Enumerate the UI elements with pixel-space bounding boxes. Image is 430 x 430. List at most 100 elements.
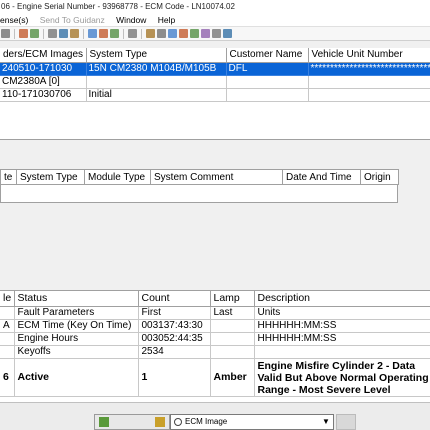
table-icon[interactable]	[201, 29, 210, 38]
table-row-active-fault[interactable]: 6 Active 1 Amber Engine Misfire Cylinder…	[0, 358, 430, 397]
table-cell: DFL	[226, 62, 309, 76]
separator	[83, 29, 84, 39]
table-cell	[226, 75, 309, 89]
column-header-vehicle-unit-number[interactable]: Vehicle Unit Number	[308, 48, 430, 63]
chart-icon[interactable]	[212, 29, 221, 38]
panel-gap	[0, 141, 430, 168]
folder-icon	[155, 417, 165, 427]
fault-count-cell: 2534	[138, 345, 211, 359]
fault-code-cell: 6	[0, 358, 15, 397]
back-icon[interactable]	[48, 29, 57, 38]
print-icon[interactable]	[70, 29, 79, 38]
open-icon[interactable]	[19, 29, 28, 38]
menu-item-send-to-guidanz[interactable]: Send To Guidanz	[40, 13, 105, 26]
fault-lamp-cell: Last	[210, 306, 255, 320]
menu-item-window[interactable]: Window	[116, 13, 146, 26]
step-icon[interactable]	[168, 29, 177, 38]
fault-count-cell: 003052:44:35	[138, 332, 211, 346]
menu-item-licenses[interactable]: ense(s)	[0, 13, 28, 26]
fault-code-cell	[0, 306, 15, 320]
connect-icon[interactable]	[59, 29, 68, 38]
save-icon[interactable]	[30, 29, 39, 38]
toolbar	[0, 27, 430, 41]
fault-status-cell: ECM Time (Key On Time)	[14, 319, 139, 333]
column-header-system-type[interactable]: System Type	[86, 48, 227, 63]
table-cell: 110-171030706	[0, 88, 87, 102]
table-cell	[226, 88, 309, 102]
table-row[interactable]: A ECM Time (Key On Time) 003137:43:30 HH…	[0, 319, 430, 333]
filter-icon[interactable]	[110, 29, 119, 38]
table-cell	[308, 88, 430, 102]
separator	[14, 29, 15, 39]
green-arrow-icon	[99, 417, 109, 427]
bitmap-icon[interactable]	[1, 29, 10, 38]
link-icon	[174, 418, 182, 426]
menu-item-help[interactable]: Help	[158, 13, 175, 26]
fault-description-cell: HHHHHH:MM:SS	[254, 319, 430, 333]
view-select[interactable]: ECM Image ▼	[170, 414, 334, 430]
table-row[interactable]: Fault Parameters First Last Units	[0, 306, 430, 320]
calendar-icon[interactable]	[128, 29, 137, 38]
column-header-count[interactable]: Count	[138, 291, 211, 307]
separator	[141, 29, 142, 39]
fault-status-cell: Engine Hours	[14, 332, 139, 346]
navigation-button[interactable]	[94, 414, 170, 430]
fault-count-cell: 1	[138, 358, 211, 397]
ecm-images-grid: ders/ECM Images System Type Customer Nam…	[0, 48, 430, 140]
table-cell: *********************************	[308, 62, 430, 76]
column-header-system-type[interactable]: System Type	[16, 169, 85, 185]
column-header-customer-name[interactable]: Customer Name	[226, 48, 309, 63]
column-header-date-and-time[interactable]: Date And Time	[282, 169, 361, 185]
separator	[123, 29, 124, 39]
record-icon[interactable]	[146, 29, 155, 38]
paste-icon[interactable]	[99, 29, 108, 38]
table-row[interactable]: 110-171030706 Initial	[0, 88, 430, 102]
module-grid-empty-area	[0, 185, 398, 203]
fault-lamp-cell: Amber	[210, 358, 255, 397]
table-cell	[86, 75, 227, 89]
table-row[interactable]: CM2380A [0]	[0, 75, 430, 89]
window-title: 06 - Engine Serial Number - 93968778 - E…	[0, 0, 430, 13]
table-cell	[308, 75, 430, 89]
table-cell: 15N CM2380 M104B/M105B	[86, 62, 227, 76]
column-header-origin[interactable]: Origin	[360, 169, 399, 185]
fault-status-cell: Active	[14, 358, 139, 397]
table-row[interactable]: Keyoffs 2534	[0, 345, 430, 359]
fault-status-cell: Keyoffs	[14, 345, 139, 359]
column-header-description[interactable]: Description	[254, 291, 430, 307]
column-header-lamp[interactable]: Lamp	[210, 291, 255, 307]
fault-code-cell: A	[0, 319, 15, 333]
column-header-module-type[interactable]: Module Type	[84, 169, 151, 185]
play-icon[interactable]	[157, 29, 166, 38]
column-header-code[interactable]: le	[0, 291, 15, 307]
column-header-date[interactable]: te	[0, 169, 17, 185]
chevron-down-icon[interactable]: ▼	[320, 416, 332, 428]
report-icon[interactable]	[223, 29, 232, 38]
fault-codes-grid: le Status Count Lamp Description Fault P…	[0, 290, 430, 402]
table-row[interactable]: Engine Hours 003052:44:35 HHHHHH:MM:SS	[0, 332, 430, 346]
module-grid: te System Type Module Type System Commen…	[0, 169, 430, 286]
fault-description-cell: HHHHHH:MM:SS	[254, 332, 430, 346]
pause-icon[interactable]	[179, 29, 188, 38]
table-cell: CM2380A [0]	[0, 75, 87, 89]
fault-count-cell: First	[138, 306, 211, 320]
table-cell: 240510-171030	[0, 62, 87, 76]
stop-icon[interactable]	[190, 29, 199, 38]
table-cell: Initial	[86, 88, 227, 102]
status-indicator	[336, 414, 356, 430]
menu-bar: ense(s) Send To Guidanz Window Help	[0, 13, 430, 27]
separator	[43, 29, 44, 39]
column-header-status[interactable]: Status	[14, 291, 139, 307]
status-bar: ECM Image ▼	[0, 402, 430, 430]
column-header-ecm-images[interactable]: ders/ECM Images	[0, 48, 87, 63]
column-header-system-comment[interactable]: System Comment	[150, 169, 283, 185]
fault-description-cell	[254, 345, 430, 359]
table-row-selected[interactable]: 240510-171030 15N CM2380 M104B/M105B DFL…	[0, 62, 430, 76]
fault-lamp-cell	[210, 345, 255, 359]
fault-code-cell	[0, 345, 15, 359]
fault-lamp-cell	[210, 332, 255, 346]
fault-code-cell	[0, 332, 15, 346]
fault-description-cell: Engine Misfire Cylinder 2 - Data Valid B…	[254, 358, 430, 397]
copy-icon[interactable]	[88, 29, 97, 38]
fault-lamp-cell	[210, 319, 255, 333]
